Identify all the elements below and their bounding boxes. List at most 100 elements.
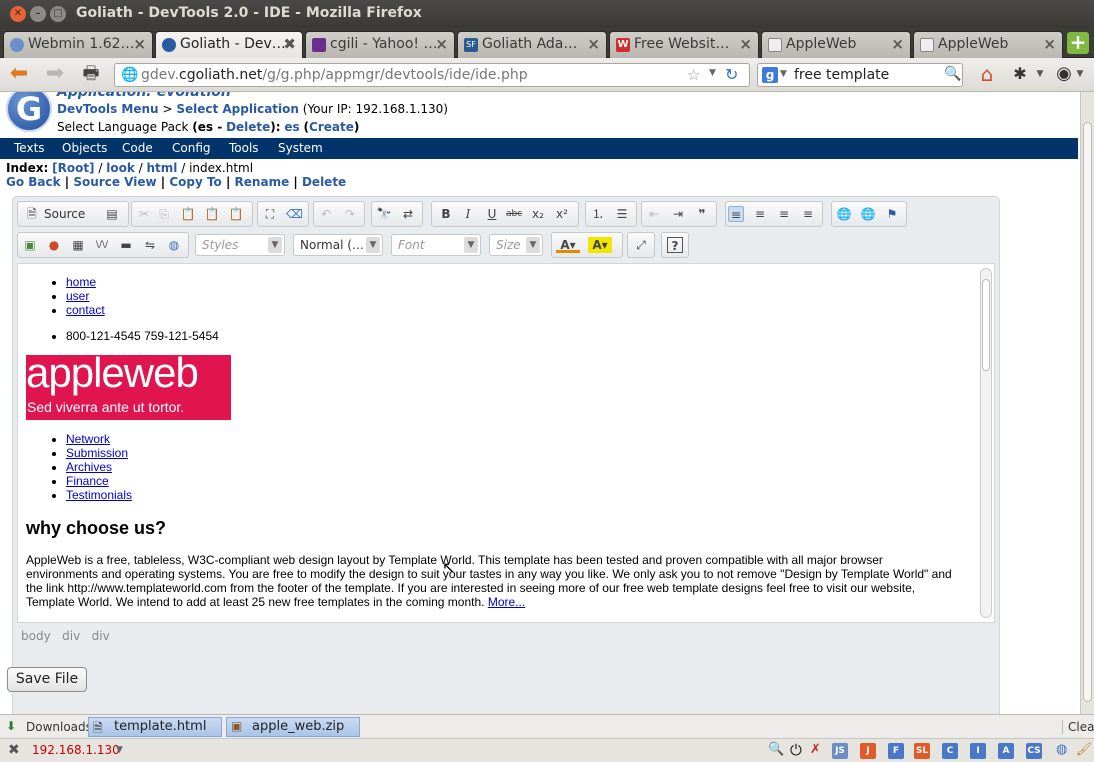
horizontal-rule-icon[interactable]: ▬ [118,237,134,253]
tab-goliath-devtools[interactable]: Goliath - Dev… ✖ [155,31,303,59]
settings-globe-icon[interactable]: ◍ [1056,742,1067,757]
go-back-link[interactable]: Go Back [6,175,61,189]
image-icon[interactable]: ▣ [22,237,38,253]
flash-icon[interactable]: ● [46,237,62,253]
back-arrow-icon[interactable]: ⬅ [6,63,32,87]
path-div[interactable]: div [92,629,110,643]
rename-link[interactable]: Rename [235,175,290,189]
bookmark-star-icon[interactable]: ☆ [687,66,700,84]
search-icon[interactable]: 🔍 [944,66,961,82]
iframe-globe-icon[interactable]: ◍ [166,237,182,253]
close-tab-icon[interactable]: × [739,35,752,53]
contact-link[interactable]: contact [66,303,105,317]
status-ip[interactable]: 192.168.1.130 [32,743,120,757]
source-icon[interactable]: 🗎 [24,206,40,222]
anchor-flag-icon[interactable]: ⚑ [884,206,900,222]
print-icon[interactable]: 🖶 [78,63,104,87]
search-box[interactable]: g ▼ free template 🔍 [757,63,963,87]
replace-icon[interactable]: ⇄ [400,206,416,222]
copy-icon[interactable]: ⎘ [156,206,172,222]
google-icon[interactable]: g [762,67,778,83]
f-addon-icon[interactable]: F [888,743,904,759]
a-addon-icon[interactable]: A [998,743,1014,759]
new-tab-button[interactable]: + [1067,32,1089,54]
source-button[interactable]: Source [44,207,85,221]
close-tab-icon[interactable]: × [1043,35,1056,53]
c-addon-icon[interactable]: C [942,743,958,759]
maximize-icon[interactable]: ⤢ [633,237,649,253]
clear-downloads-button[interactable]: Clear [1062,720,1094,734]
tab-yahoo-mail[interactable]: cgili - Yahoo! … × [305,31,455,58]
power-icon[interactable]: ⏻ [790,741,802,759]
history-dropdown-icon[interactable]: ▼ [709,68,716,78]
tab-free-website[interactable]: W Free Websit… × [609,31,759,58]
more-link[interactable]: More... [488,595,525,609]
close-window-button[interactable]: ✕ [10,6,26,22]
redo-icon[interactable]: ↷ [342,206,358,222]
forward-arrow-icon[interactable]: ➡ [42,63,68,87]
editor-content-area[interactable]: home user contact 800-121-4545 759-121-5… [17,263,995,623]
page-break-icon[interactable]: ⇋ [142,237,158,253]
engine-dropdown-icon[interactable]: ▼ [780,69,787,79]
templates-icon[interactable]: ▤ [104,206,120,222]
language-create-link[interactable]: Create [309,120,354,134]
select-all-icon[interactable]: ⛶ [262,206,278,222]
close-tab-icon[interactable]: × [891,35,904,53]
blockquote-icon[interactable]: ❞ [694,206,710,222]
underline-icon[interactable]: U [484,206,500,222]
tab-appleweb-2[interactable]: AppleWeb × [913,31,1063,58]
close-tab-icon[interactable]: × [133,35,146,53]
bold-icon[interactable]: B [438,206,454,222]
smiley-icon[interactable]: \/\/ [94,237,110,253]
outdent-icon[interactable]: ⇤ [646,206,662,222]
menu-code[interactable]: Code [122,141,153,155]
strike-icon[interactable]: abc [506,206,522,222]
sl-addon-icon[interactable]: SL [914,743,930,759]
close-icon[interactable]: ✖ [8,742,20,758]
path-body[interactable]: body [21,629,51,643]
text-color-icon[interactable]: A▾ [556,237,580,253]
addon-dropdown-icon[interactable]: ▼ [1034,63,1046,87]
font-select[interactable]: Font ▼ [391,234,481,256]
finance-link[interactable]: Finance [66,474,109,488]
cut-icon[interactable]: ✂ [136,206,152,222]
paste-word-icon[interactable]: 📋 [228,206,244,222]
js-addon-icon[interactable]: JS [832,743,848,759]
close-tab-icon[interactable]: × [587,35,600,53]
brush-icon[interactable]: 🖌 [1076,742,1093,757]
paste-icon[interactable]: 📋 [180,206,196,222]
ip-dropdown-icon[interactable]: ▼ [116,745,123,755]
menu-objects[interactable]: Objects [62,141,107,155]
bulleted-list-icon[interactable]: ☰ [614,206,630,222]
numbered-list-icon[interactable]: ⒈ [590,206,606,222]
remove-format-icon[interactable]: ⌫ [286,206,303,222]
user-link[interactable]: user [66,289,89,303]
devtools-menu-link[interactable]: DevTools Menu [57,102,159,116]
format-select[interactable]: Normal (… ▼ [293,234,383,256]
scroll-thumb[interactable] [982,279,990,371]
tab-appleweb-1[interactable]: AppleWeb × [761,31,911,58]
cancel-icon[interactable]: ✗ [810,742,821,757]
downloads-label[interactable]: Downloads [26,720,92,734]
close-tab-icon[interactable]: ✖ [283,35,296,53]
language-es-link[interactable]: es [284,120,299,134]
archives-link[interactable]: Archives [66,460,112,474]
page-scrollbar[interactable] [1080,92,1094,714]
paste-text-icon[interactable]: 📋 [204,206,220,222]
size-select[interactable]: Size ▼ [489,234,543,256]
find-icon[interactable]: 🔭 [376,206,392,222]
home-link[interactable]: home [66,275,96,289]
minimize-window-button[interactable]: – [30,6,46,22]
align-left-icon[interactable]: ≡ [728,206,744,222]
index-look-link[interactable]: look [106,161,135,175]
download-item-template-html[interactable]: 🗎 template.html [88,717,222,737]
unlink-icon[interactable]: 🌐 [860,206,876,222]
copy-to-link[interactable]: Copy To [169,175,221,189]
menu-texts[interactable]: Texts [14,141,45,155]
superscript-icon[interactable]: x² [554,206,570,222]
save-file-button[interactable]: Save File [7,667,87,692]
select-application-link[interactable]: Select Application [176,102,299,116]
network-link[interactable]: Network [66,432,110,446]
index-root-link[interactable]: [Root] [52,161,94,175]
source-view-link[interactable]: Source View [73,175,156,189]
